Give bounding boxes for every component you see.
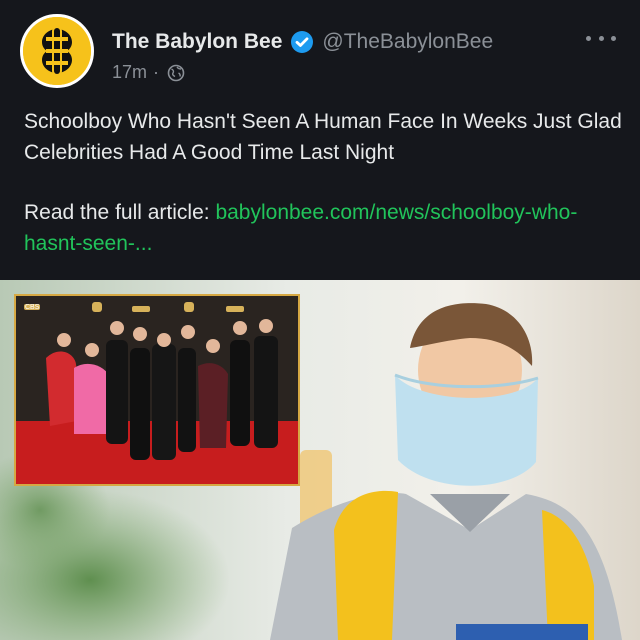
author-row: The Babylon Bee @TheBabylonBee	[112, 28, 493, 56]
avatar[interactable]	[20, 14, 94, 88]
author-handle[interactable]: @TheBabylonBee	[322, 30, 493, 54]
verified-badge-icon	[291, 31, 314, 53]
post-image[interactable]: CBS	[0, 280, 640, 640]
more-dot	[611, 35, 616, 41]
read-more-line: Read the full article: babylonbee.com/ne…	[24, 197, 624, 259]
post-meta: 17m ·	[112, 62, 185, 83]
more-options-icon[interactable]	[586, 30, 616, 46]
inset-network-logo: CBS	[25, 304, 40, 311]
meta-separator: ·	[153, 62, 160, 82]
post-time[interactable]: 17m	[112, 62, 147, 83]
post-headline: Schoolboy Who Hasn't Seen A Human Face I…	[24, 110, 622, 164]
emmys-inset-photo: CBS	[14, 294, 300, 486]
post-header: The Babylon Bee @TheBabylonBee 17m · Sch…	[0, 0, 640, 280]
babylon-bee-logo	[23, 17, 91, 85]
globe-icon	[167, 64, 185, 81]
red-carpet-image: CBS	[16, 296, 298, 484]
read-more-label: Read the full article:	[24, 201, 216, 224]
author-name[interactable]: The Babylon Bee	[112, 30, 282, 54]
more-dot	[598, 35, 604, 41]
more-dot	[586, 35, 591, 41]
